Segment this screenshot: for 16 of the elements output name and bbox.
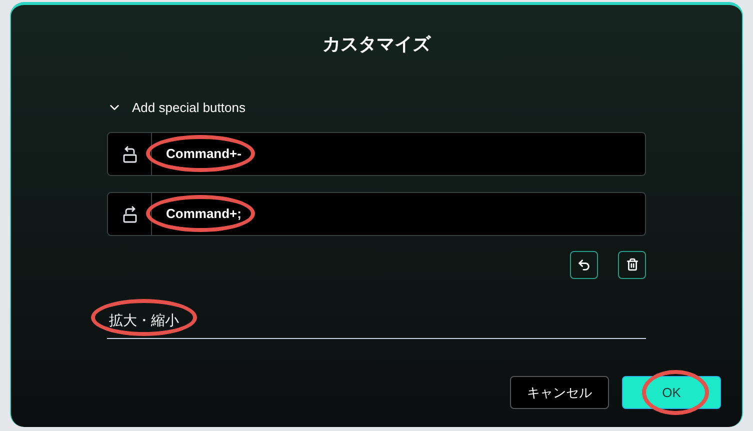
section-toggle[interactable]: Add special buttons <box>107 98 246 118</box>
ok-button[interactable]: OK <box>622 376 721 409</box>
delete-button[interactable] <box>618 250 646 278</box>
dialog-title: カスタマイズ <box>322 33 430 56</box>
undo-box-icon <box>122 144 138 162</box>
shortcut-field[interactable]: Command+- <box>107 132 646 176</box>
undo-icon <box>577 258 591 272</box>
trash-icon <box>626 258 638 271</box>
name-field[interactable]: 拡大・縮小 <box>107 308 646 338</box>
shortcut-keys: Command+; <box>166 204 242 224</box>
name-value: 拡大・縮小 <box>109 312 179 328</box>
shortcut-field[interactable]: Command+; <box>107 192 646 236</box>
cancel-button[interactable]: キャンセル <box>510 376 609 409</box>
shortcut-keys: Command+- <box>166 144 242 164</box>
redo-box-icon <box>122 204 138 222</box>
reset-button[interactable] <box>570 250 598 278</box>
